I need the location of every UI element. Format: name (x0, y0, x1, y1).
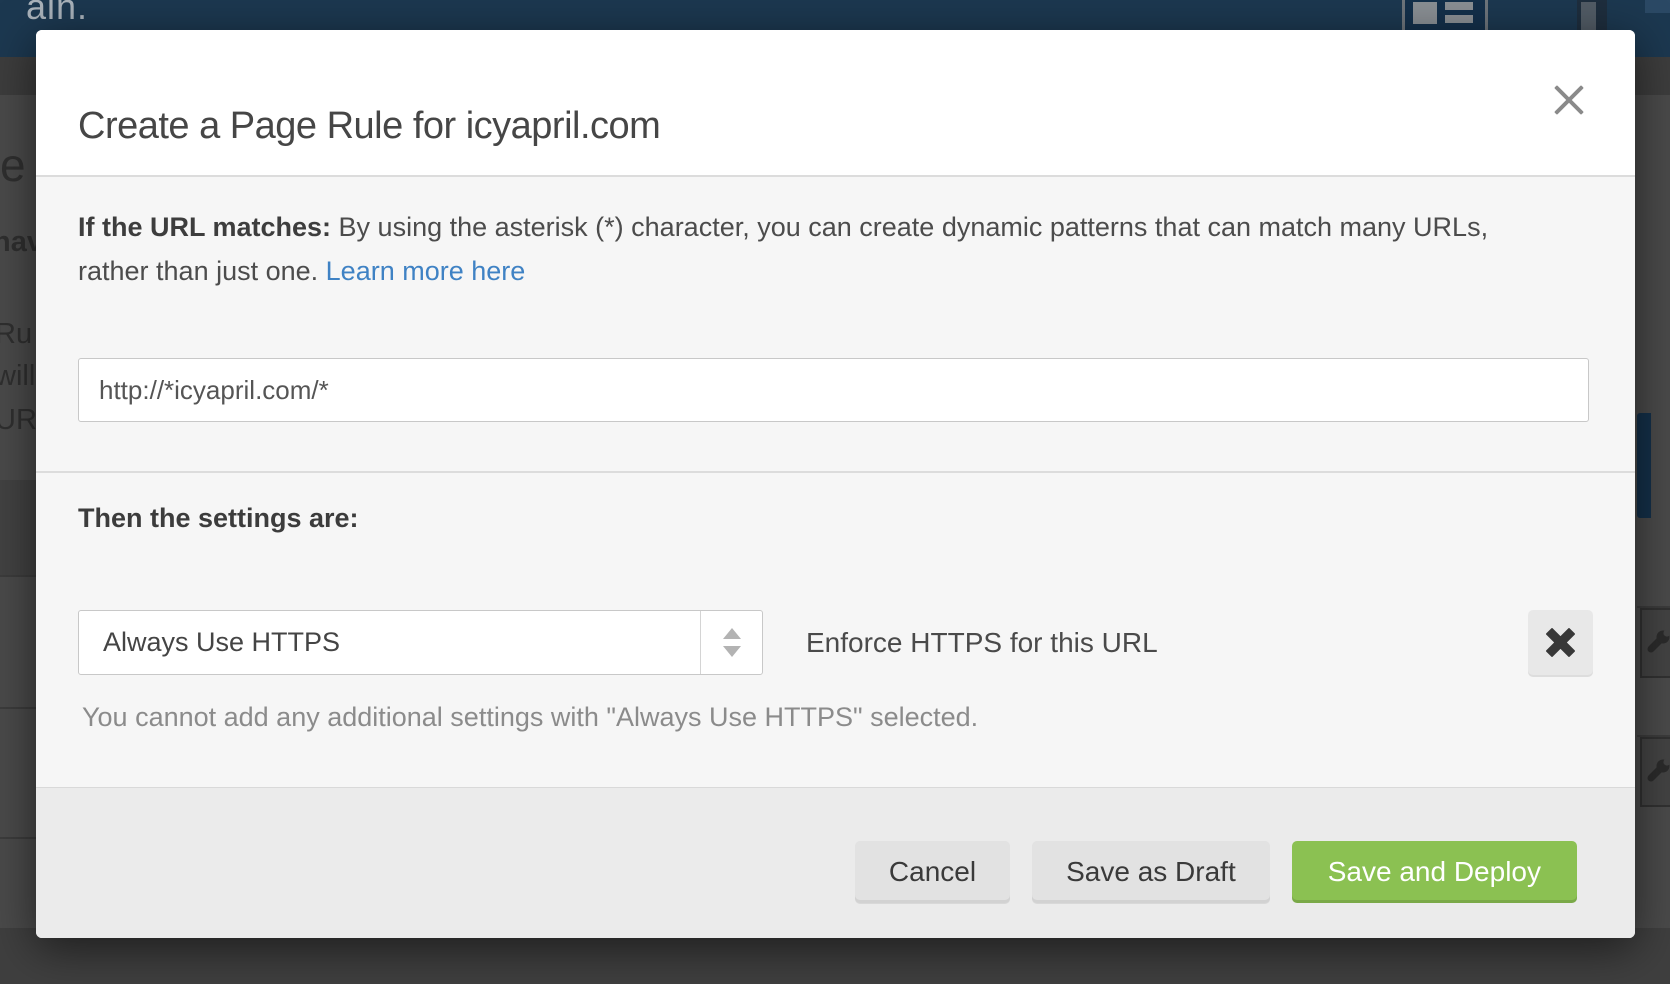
backdrop-row-divider (0, 707, 36, 709)
profile-icon (1645, 0, 1670, 13)
url-match-label: If the URL matches: (78, 212, 331, 242)
backdrop-left-band (0, 480, 36, 575)
backdrop-row-divider (0, 837, 36, 839)
screen: e nav Ru will UR ain. Create a Page Rule… (0, 0, 1670, 984)
cancel-button[interactable]: Cancel (855, 841, 1010, 903)
settings-heading: Then the settings are: (78, 503, 359, 534)
setting-select-value: Always Use HTTPS (103, 611, 340, 674)
save-and-deploy-button[interactable]: Save and Deploy (1292, 841, 1577, 903)
setting-description: Enforce HTTPS for this URL (806, 610, 1158, 675)
select-stepper-icon[interactable] (700, 611, 762, 674)
settings-section: Then the settings are: Always Use HTTPS … (36, 473, 1635, 785)
backdrop-partial-text: will (0, 360, 35, 393)
backdrop-row-divider (0, 575, 36, 577)
modal-footer: Cancel Save as Draft Save and Deploy (36, 787, 1635, 938)
wrench-icon (1646, 628, 1670, 659)
modal-body: If the URL matches: By using the asteris… (36, 177, 1635, 787)
backdrop-rule-row-edge (1640, 737, 1670, 807)
setting-select[interactable]: Always Use HTTPS (78, 610, 763, 675)
backdrop-rule-row-edge (1640, 608, 1670, 678)
modal-header: Create a Page Rule for icyapril.com (36, 30, 1635, 177)
chevron-down-icon (723, 646, 741, 657)
backdrop-blue-button-edge (1637, 413, 1651, 518)
remove-setting-button[interactable] (1528, 610, 1593, 675)
wrench-icon (1646, 757, 1670, 788)
news-icon (1402, 0, 1488, 34)
backdrop-partial-text: e (0, 138, 26, 192)
backdrop-partial-text: UR (0, 404, 37, 437)
modal-title: Create a Page Rule for icyapril.com (78, 105, 660, 148)
apps-icon (1577, 0, 1607, 32)
url-match-description: If the URL matches: By using the asteris… (78, 205, 1548, 293)
url-pattern-input[interactable] (78, 358, 1589, 422)
chevron-up-icon (723, 628, 741, 639)
learn-more-link[interactable]: Learn more here (326, 256, 526, 286)
close-icon[interactable] (1549, 80, 1589, 120)
settings-note: You cannot add any additional settings w… (82, 702, 978, 733)
backdrop-topbar-partial-text: ain. (26, 0, 88, 28)
save-as-draft-button[interactable]: Save as Draft (1032, 841, 1270, 903)
backdrop-partial-text: Ru (0, 318, 32, 351)
create-page-rule-modal: Create a Page Rule for icyapril.com If t… (36, 30, 1635, 938)
url-match-section: If the URL matches: By using the asteris… (36, 177, 1635, 473)
